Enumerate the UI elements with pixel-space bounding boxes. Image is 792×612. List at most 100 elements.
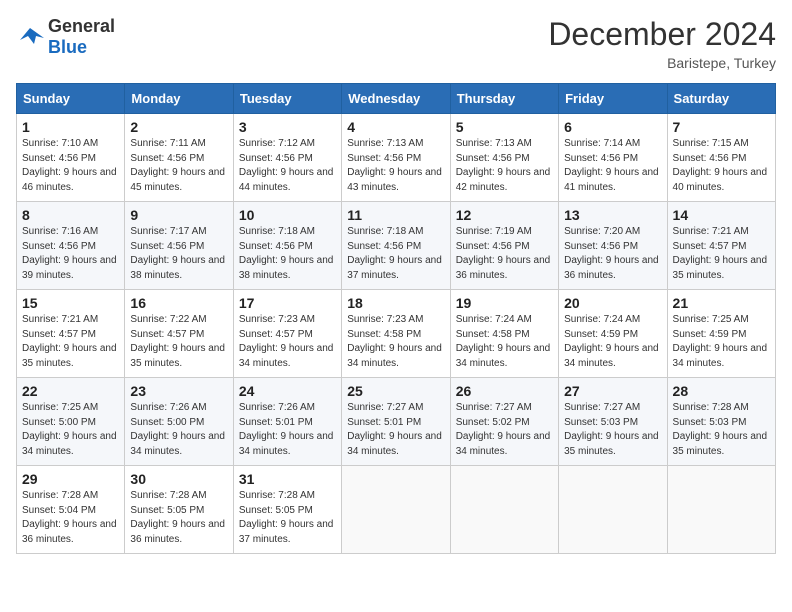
day-number: 19 (456, 295, 553, 311)
table-row: 14 Sunrise: 7:21 AM Sunset: 4:57 PM Dayl… (667, 202, 775, 290)
table-row: 5 Sunrise: 7:13 AM Sunset: 4:56 PM Dayli… (450, 114, 558, 202)
header-friday: Friday (559, 84, 667, 114)
cell-info: Sunrise: 7:25 AM Sunset: 5:00 PM Dayligh… (22, 401, 119, 459)
day-number: 31 (239, 471, 336, 487)
location: Baristepe, Turkey (548, 55, 776, 71)
logo-text: General Blue (48, 16, 115, 58)
cell-info: Sunrise: 7:12 AM Sunset: 4:56 PM Dayligh… (239, 137, 336, 195)
table-row: 4 Sunrise: 7:13 AM Sunset: 4:56 PM Dayli… (342, 114, 450, 202)
table-row: 18 Sunrise: 7:23 AM Sunset: 4:58 PM Dayl… (342, 290, 450, 378)
header-thursday: Thursday (450, 84, 558, 114)
page-header: General Blue December 2024 Baristepe, Tu… (16, 16, 776, 71)
cell-info: Sunrise: 7:11 AM Sunset: 4:56 PM Dayligh… (130, 137, 227, 195)
day-number: 9 (130, 207, 227, 223)
day-number: 24 (239, 383, 336, 399)
table-row: 25 Sunrise: 7:27 AM Sunset: 5:01 PM Dayl… (342, 378, 450, 466)
cell-info: Sunrise: 7:15 AM Sunset: 4:56 PM Dayligh… (673, 137, 770, 195)
table-row: 23 Sunrise: 7:26 AM Sunset: 5:00 PM Dayl… (125, 378, 233, 466)
table-row: 9 Sunrise: 7:17 AM Sunset: 4:56 PM Dayli… (125, 202, 233, 290)
day-number: 15 (22, 295, 119, 311)
table-row: 6 Sunrise: 7:14 AM Sunset: 4:56 PM Dayli… (559, 114, 667, 202)
header-wednesday: Wednesday (342, 84, 450, 114)
day-number: 27 (564, 383, 661, 399)
table-row: 24 Sunrise: 7:26 AM Sunset: 5:01 PM Dayl… (233, 378, 341, 466)
day-number: 16 (130, 295, 227, 311)
table-row: 1 Sunrise: 7:10 AM Sunset: 4:56 PM Dayli… (17, 114, 125, 202)
table-row (342, 466, 450, 554)
header-monday: Monday (125, 84, 233, 114)
table-row: 8 Sunrise: 7:16 AM Sunset: 4:56 PM Dayli… (17, 202, 125, 290)
cell-info: Sunrise: 7:18 AM Sunset: 4:56 PM Dayligh… (347, 225, 444, 283)
day-number: 25 (347, 383, 444, 399)
cell-info: Sunrise: 7:24 AM Sunset: 4:59 PM Dayligh… (564, 313, 661, 371)
logo-blue: Blue (48, 37, 87, 57)
day-number: 1 (22, 119, 119, 135)
day-number: 10 (239, 207, 336, 223)
day-number: 4 (347, 119, 444, 135)
table-row: 19 Sunrise: 7:24 AM Sunset: 4:58 PM Dayl… (450, 290, 558, 378)
calendar-week-row: 15 Sunrise: 7:21 AM Sunset: 4:57 PM Dayl… (17, 290, 776, 378)
table-row: 15 Sunrise: 7:21 AM Sunset: 4:57 PM Dayl… (17, 290, 125, 378)
cell-info: Sunrise: 7:28 AM Sunset: 5:04 PM Dayligh… (22, 489, 119, 547)
cell-info: Sunrise: 7:26 AM Sunset: 5:00 PM Dayligh… (130, 401, 227, 459)
day-number: 2 (130, 119, 227, 135)
table-row: 3 Sunrise: 7:12 AM Sunset: 4:56 PM Dayli… (233, 114, 341, 202)
day-number: 26 (456, 383, 553, 399)
table-row: 21 Sunrise: 7:25 AM Sunset: 4:59 PM Dayl… (667, 290, 775, 378)
day-number: 8 (22, 207, 119, 223)
cell-info: Sunrise: 7:27 AM Sunset: 5:01 PM Dayligh… (347, 401, 444, 459)
table-row: 12 Sunrise: 7:19 AM Sunset: 4:56 PM Dayl… (450, 202, 558, 290)
calendar-table: Sunday Monday Tuesday Wednesday Thursday… (16, 83, 776, 554)
logo-bird-icon (16, 26, 44, 48)
day-number: 12 (456, 207, 553, 223)
cell-info: Sunrise: 7:16 AM Sunset: 4:56 PM Dayligh… (22, 225, 119, 283)
header-saturday: Saturday (667, 84, 775, 114)
table-row: 13 Sunrise: 7:20 AM Sunset: 4:56 PM Dayl… (559, 202, 667, 290)
day-number: 11 (347, 207, 444, 223)
calendar-week-row: 29 Sunrise: 7:28 AM Sunset: 5:04 PM Dayl… (17, 466, 776, 554)
cell-info: Sunrise: 7:23 AM Sunset: 4:57 PM Dayligh… (239, 313, 336, 371)
month-title: December 2024 (548, 16, 776, 53)
title-block: December 2024 Baristepe, Turkey (548, 16, 776, 71)
table-row: 29 Sunrise: 7:28 AM Sunset: 5:04 PM Dayl… (17, 466, 125, 554)
cell-info: Sunrise: 7:19 AM Sunset: 4:56 PM Dayligh… (456, 225, 553, 283)
weekday-header-row: Sunday Monday Tuesday Wednesday Thursday… (17, 84, 776, 114)
day-number: 13 (564, 207, 661, 223)
calendar-week-row: 22 Sunrise: 7:25 AM Sunset: 5:00 PM Dayl… (17, 378, 776, 466)
cell-info: Sunrise: 7:26 AM Sunset: 5:01 PM Dayligh… (239, 401, 336, 459)
logo-general: General (48, 16, 115, 36)
table-row: 10 Sunrise: 7:18 AM Sunset: 4:56 PM Dayl… (233, 202, 341, 290)
day-number: 6 (564, 119, 661, 135)
table-row: 30 Sunrise: 7:28 AM Sunset: 5:05 PM Dayl… (125, 466, 233, 554)
cell-info: Sunrise: 7:17 AM Sunset: 4:56 PM Dayligh… (130, 225, 227, 283)
cell-info: Sunrise: 7:18 AM Sunset: 4:56 PM Dayligh… (239, 225, 336, 283)
cell-info: Sunrise: 7:13 AM Sunset: 4:56 PM Dayligh… (456, 137, 553, 195)
day-number: 17 (239, 295, 336, 311)
day-number: 20 (564, 295, 661, 311)
cell-info: Sunrise: 7:21 AM Sunset: 4:57 PM Dayligh… (22, 313, 119, 371)
logo: General Blue (16, 16, 115, 58)
cell-info: Sunrise: 7:28 AM Sunset: 5:05 PM Dayligh… (239, 489, 336, 547)
table-row: 26 Sunrise: 7:27 AM Sunset: 5:02 PM Dayl… (450, 378, 558, 466)
table-row: 2 Sunrise: 7:11 AM Sunset: 4:56 PM Dayli… (125, 114, 233, 202)
calendar-week-row: 1 Sunrise: 7:10 AM Sunset: 4:56 PM Dayli… (17, 114, 776, 202)
day-number: 18 (347, 295, 444, 311)
day-number: 30 (130, 471, 227, 487)
day-number: 14 (673, 207, 770, 223)
cell-info: Sunrise: 7:24 AM Sunset: 4:58 PM Dayligh… (456, 313, 553, 371)
day-number: 23 (130, 383, 227, 399)
cell-info: Sunrise: 7:13 AM Sunset: 4:56 PM Dayligh… (347, 137, 444, 195)
day-number: 22 (22, 383, 119, 399)
table-row: 11 Sunrise: 7:18 AM Sunset: 4:56 PM Dayl… (342, 202, 450, 290)
table-row: 7 Sunrise: 7:15 AM Sunset: 4:56 PM Dayli… (667, 114, 775, 202)
table-row: 22 Sunrise: 7:25 AM Sunset: 5:00 PM Dayl… (17, 378, 125, 466)
calendar-week-row: 8 Sunrise: 7:16 AM Sunset: 4:56 PM Dayli… (17, 202, 776, 290)
day-number: 21 (673, 295, 770, 311)
table-row: 27 Sunrise: 7:27 AM Sunset: 5:03 PM Dayl… (559, 378, 667, 466)
cell-info: Sunrise: 7:27 AM Sunset: 5:03 PM Dayligh… (564, 401, 661, 459)
table-row: 17 Sunrise: 7:23 AM Sunset: 4:57 PM Dayl… (233, 290, 341, 378)
table-row: 28 Sunrise: 7:28 AM Sunset: 5:03 PM Dayl… (667, 378, 775, 466)
cell-info: Sunrise: 7:27 AM Sunset: 5:02 PM Dayligh… (456, 401, 553, 459)
table-row (450, 466, 558, 554)
table-row (559, 466, 667, 554)
